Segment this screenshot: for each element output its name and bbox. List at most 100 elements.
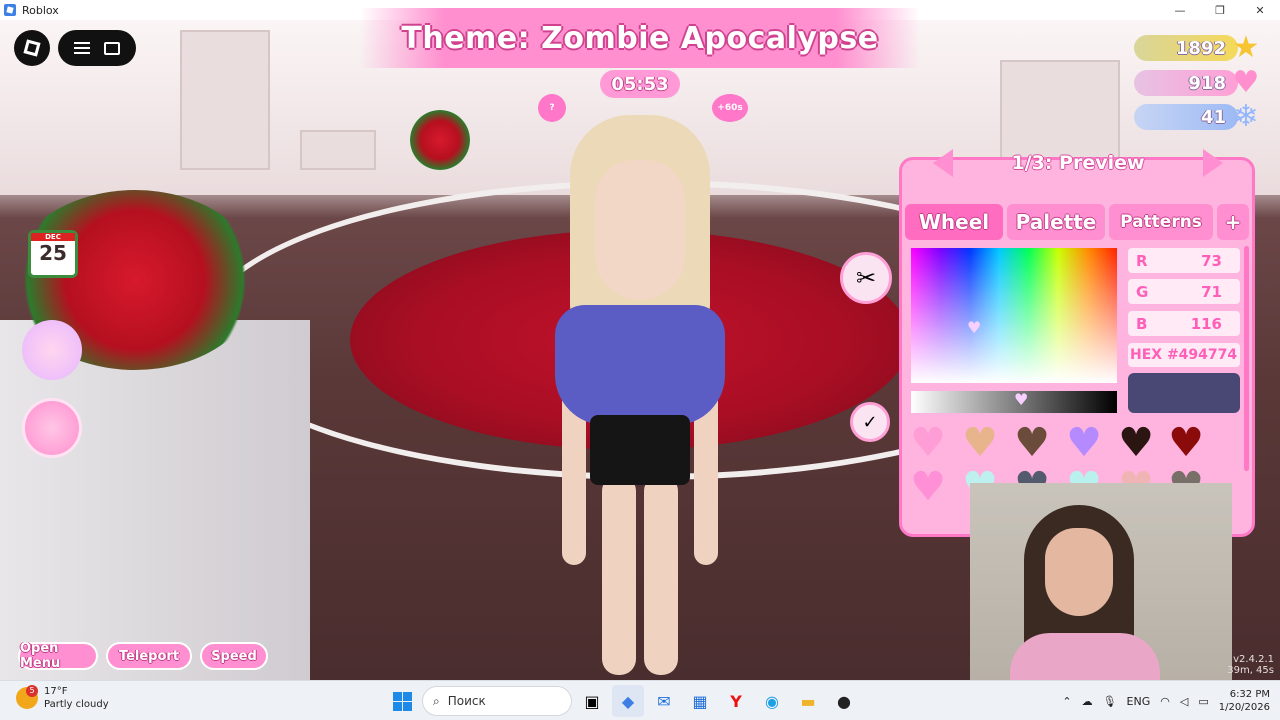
- webcam-person-shirt: [1010, 633, 1160, 680]
- blue-label: B: [1136, 314, 1148, 333]
- next-arrow-icon[interactable]: [1203, 149, 1223, 177]
- edge-icon[interactable]: ◉: [756, 685, 788, 717]
- swatch[interactable]: ♥: [1009, 422, 1055, 464]
- clock-time: 6:32 PM: [1229, 689, 1270, 700]
- minimize-button[interactable]: —: [1160, 0, 1200, 20]
- calendar-day: 25: [39, 241, 67, 265]
- poinsettia-plant-back: [410, 110, 470, 170]
- weather-badge: 5: [26, 685, 38, 697]
- check-paint-icon[interactable]: ✓: [850, 402, 890, 442]
- window-controls: — ❐ ✕: [1160, 0, 1280, 20]
- outlook-icon[interactable]: ✉: [648, 685, 680, 717]
- system-tray: ⌃ ☁ 🎙 ENG ◠ ◁ ▭ 6:32 PM 1/20/2026: [1062, 685, 1270, 717]
- prev-arrow-icon[interactable]: [933, 149, 953, 177]
- obs-icon[interactable]: ●: [828, 685, 860, 717]
- taskbar-search[interactable]: ⌕ Поиск: [422, 686, 572, 716]
- swatch-add[interactable]: ♥: [905, 422, 951, 464]
- blue-field[interactable]: B 116: [1128, 311, 1240, 336]
- theme-banner: Theme: Zombie Apocalypse: [360, 8, 920, 68]
- swatch[interactable]: ♥: [1113, 422, 1159, 464]
- wifi-icon[interactable]: ◠: [1160, 695, 1170, 708]
- store-icon[interactable]: ▦: [684, 685, 716, 717]
- roblox-app-icon: [4, 4, 16, 16]
- file-explorer-icon[interactable]: ▬: [792, 685, 824, 717]
- tab-add[interactable]: +: [1217, 204, 1249, 240]
- windows-logo-icon: [392, 691, 412, 711]
- clock[interactable]: 6:32 PM 1/20/2026: [1219, 688, 1270, 714]
- roblox-taskbar-icon[interactable]: ◆: [612, 685, 644, 717]
- red-field[interactable]: R 73: [1128, 248, 1240, 273]
- green-field[interactable]: G 71: [1128, 279, 1240, 304]
- swatch[interactable]: ♥: [1163, 422, 1209, 464]
- tray-overflow-icon[interactable]: ⌃: [1062, 695, 1071, 708]
- open-menu-button[interactable]: Open Menu: [18, 641, 98, 671]
- roblox-logo-icon: [23, 39, 41, 57]
- swatch-scrollbar[interactable]: [1244, 246, 1249, 471]
- heart-icon: ♥: [1232, 64, 1260, 100]
- swatch[interactable]: ♥: [1061, 422, 1107, 464]
- picker-heart-icon[interactable]: ♥: [967, 318, 981, 337]
- roblox-menu-button[interactable]: [14, 30, 50, 66]
- search-placeholder: Поиск: [447, 694, 486, 708]
- webcam-overlay: [970, 483, 1232, 680]
- language-indicator[interactable]: ENG: [1127, 695, 1151, 708]
- speed-button[interactable]: Speed: [200, 642, 268, 670]
- task-view-icon[interactable]: ▣: [576, 685, 608, 717]
- taskbar-apps: ⌕ Поиск ▣ ◆ ✉ ▦ Y ◉ ▬ ●: [386, 685, 860, 717]
- makeup-kit-icon[interactable]: [22, 320, 82, 380]
- red-value: 73: [1201, 251, 1222, 270]
- tab-wheel[interactable]: Wheel: [905, 204, 1003, 240]
- slider-heart-icon[interactable]: ♥: [1014, 390, 1028, 409]
- close-button[interactable]: ✕: [1240, 0, 1280, 20]
- player-avatar[interactable]: [540, 115, 740, 680]
- color-wheel-picker[interactable]: [911, 248, 1117, 383]
- round-timer: 05:53: [600, 70, 680, 98]
- clock-date: 1/20/2026: [1218, 702, 1270, 713]
- avatar-leg-right: [644, 475, 678, 675]
- webcam-person-face: [1045, 528, 1113, 616]
- green-label: G: [1136, 282, 1149, 301]
- calendar-month: DEC: [31, 233, 75, 241]
- avatar-face: [595, 160, 685, 300]
- weather-text: 17°F Partly cloudy: [44, 685, 109, 711]
- snowflake-icon: ❄: [1233, 98, 1259, 134]
- time-bonus-icon[interactable]: +60s: [712, 94, 748, 122]
- star-currency: 1892: [1134, 35, 1238, 61]
- avatar-shorts: [590, 415, 690, 485]
- weather-widget[interactable]: 5 17°F Partly cloudy: [16, 685, 109, 711]
- hamburger-icon[interactable]: [74, 42, 90, 54]
- onedrive-icon[interactable]: ☁: [1082, 695, 1093, 708]
- teleport-button[interactable]: Teleport: [106, 642, 192, 670]
- heart-currency: 918: [1134, 70, 1238, 96]
- start-button[interactable]: [386, 685, 418, 717]
- version-number: v2.4.2.1: [1233, 654, 1274, 665]
- avatar-bow-top: [555, 305, 725, 425]
- red-label: R: [1136, 251, 1148, 270]
- search-icon: ⌕: [433, 693, 440, 708]
- advent-calendar-button[interactable]: DEC 25: [28, 230, 78, 278]
- green-value: 71: [1201, 282, 1222, 301]
- swatch[interactable]: ♥: [905, 466, 951, 508]
- outfit-hint-icon[interactable]: ?: [538, 94, 566, 122]
- bag-shop-icon[interactable]: [22, 398, 82, 458]
- weather-desc: Partly cloudy: [44, 699, 109, 710]
- volume-icon[interactable]: ◁: [1180, 695, 1188, 708]
- swatch[interactable]: ♥: [957, 422, 1003, 464]
- restore-button[interactable]: ❐: [1200, 0, 1240, 20]
- color-preview-swatch: [1128, 373, 1240, 413]
- avatar-leg-left: [602, 475, 636, 675]
- chat-icon[interactable]: [104, 41, 120, 55]
- preview-label: 1/3: Preview: [1011, 152, 1145, 174]
- cabinet: [300, 130, 376, 170]
- hex-field[interactable]: HEX #494774: [1128, 343, 1240, 367]
- battery-icon[interactable]: ▭: [1198, 695, 1208, 708]
- microphone-icon[interactable]: 🎙: [1103, 695, 1117, 708]
- tab-patterns[interactable]: Patterns: [1109, 204, 1213, 240]
- display-shelf-left: [180, 30, 270, 170]
- scissors-icon[interactable]: ✂: [840, 252, 892, 304]
- weather-icon: 5: [16, 685, 38, 709]
- color-mode-tabs: Wheel Palette Patterns +: [905, 204, 1249, 240]
- yandex-browser-icon[interactable]: Y: [720, 685, 752, 717]
- tab-palette[interactable]: Palette: [1007, 204, 1105, 240]
- snowflake-currency: 41: [1134, 104, 1238, 130]
